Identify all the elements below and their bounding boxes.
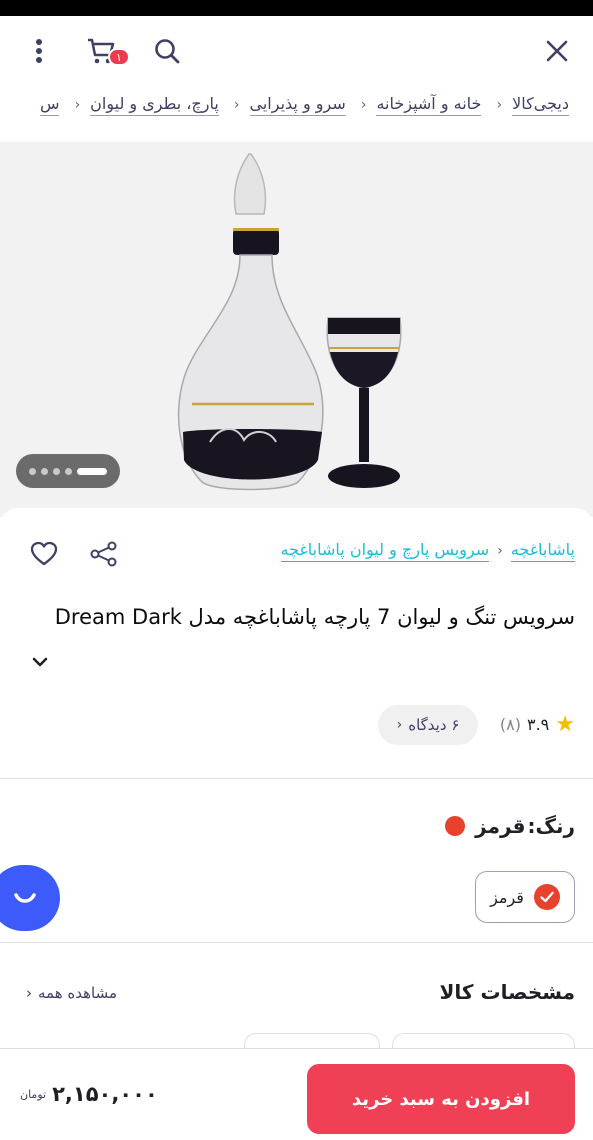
chevron-left-icon: ‹ <box>497 543 503 559</box>
specs-heading: مشخصات کالا <box>439 980 575 1004</box>
product-rating: ★ ۳.۹ (۸) <box>500 712 575 737</box>
chevron-left-icon: ‹ <box>26 984 32 1002</box>
chevron-left-icon: ‹ <box>360 97 367 113</box>
chevron-left-icon: ‹ <box>496 97 503 113</box>
color-swatch <box>445 816 466 836</box>
color-option-label: قرمز <box>490 887 524 907</box>
check-icon <box>533 884 560 910</box>
gallery-dot <box>65 467 72 475</box>
price: ۲,۱۵۰,۰۰۰ تومان <box>20 1082 158 1106</box>
star-icon: ★ <box>555 712 575 737</box>
gallery-dot <box>53 467 60 475</box>
gallery-pagination[interactable] <box>16 454 120 488</box>
color-label-prefix: رنگ: <box>527 814 576 838</box>
smile-icon <box>14 893 36 903</box>
view-all-label: مشاهده همه <box>38 984 118 1002</box>
breadcrumb-item[interactable]: دیجی‌کالا <box>512 94 569 116</box>
top-app-bar: ۱ <box>0 16 593 86</box>
breadcrumb-item[interactable]: خانه و آشپزخانه <box>376 94 482 116</box>
product-brand-breadcrumb: پاشاباغچه ‹ سرویس پارچ و لیوان پاشاباغچه <box>280 540 575 562</box>
reviews-label: ۶ دیدگاه <box>408 716 460 734</box>
divider <box>0 778 593 779</box>
gallery-dot-active <box>77 467 107 475</box>
search-icon[interactable] <box>150 34 184 68</box>
cart-count-badge: ۱ <box>108 48 130 66</box>
breadcrumb-item[interactable]: س <box>39 94 60 116</box>
brand-link[interactable]: پاشاباغچه <box>510 540 575 562</box>
breadcrumb-item[interactable]: پارچ، بطری و لیوان <box>90 94 219 116</box>
reviews-link[interactable]: ۶ دیدگاه ‹ <box>378 705 478 745</box>
close-icon[interactable] <box>540 34 574 68</box>
price-value: ۲,۱۵۰,۰۰۰ <box>52 1082 158 1106</box>
breadcrumb-item[interactable]: سرو و پذیرایی <box>249 94 346 116</box>
more-icon[interactable] <box>22 34 56 68</box>
gallery-dot <box>29 467 36 475</box>
category-link[interactable]: سرویس پارچ و لیوان پاشاباغچه <box>280 540 490 562</box>
share-icon[interactable] <box>90 541 120 569</box>
chevron-left-icon: ‹ <box>74 97 81 113</box>
currency-label: تومان <box>20 1087 47 1101</box>
rating-value: ۳.۹ <box>526 715 550 734</box>
view-all-specs-link[interactable]: مشاهده همه ‹ <box>26 984 117 1002</box>
status-bar <box>0 0 593 16</box>
breadcrumb: دیجی‌کالا ‹ خانه و آشپزخانه ‹ سرو و پذیرای… <box>0 94 593 128</box>
color-option-red[interactable]: قرمز <box>475 871 575 923</box>
chevron-left-icon: ‹ <box>233 97 240 113</box>
product-title: سرویس تنگ و لیوان 7 پارچه پاشاباغچه مدل … <box>54 605 575 629</box>
gallery-dot <box>41 467 48 475</box>
color-label-value: قرمز <box>475 814 526 838</box>
rating-count: (۸) <box>499 715 521 734</box>
heart-icon[interactable] <box>30 541 60 569</box>
chevron-left-icon: ‹ <box>396 717 403 733</box>
divider <box>0 942 593 943</box>
color-label: رنگ: قرمز <box>445 814 575 838</box>
add-to-cart-button[interactable]: افزودن به سبد خرید <box>307 1064 575 1134</box>
chevron-down-icon[interactable] <box>28 650 52 674</box>
